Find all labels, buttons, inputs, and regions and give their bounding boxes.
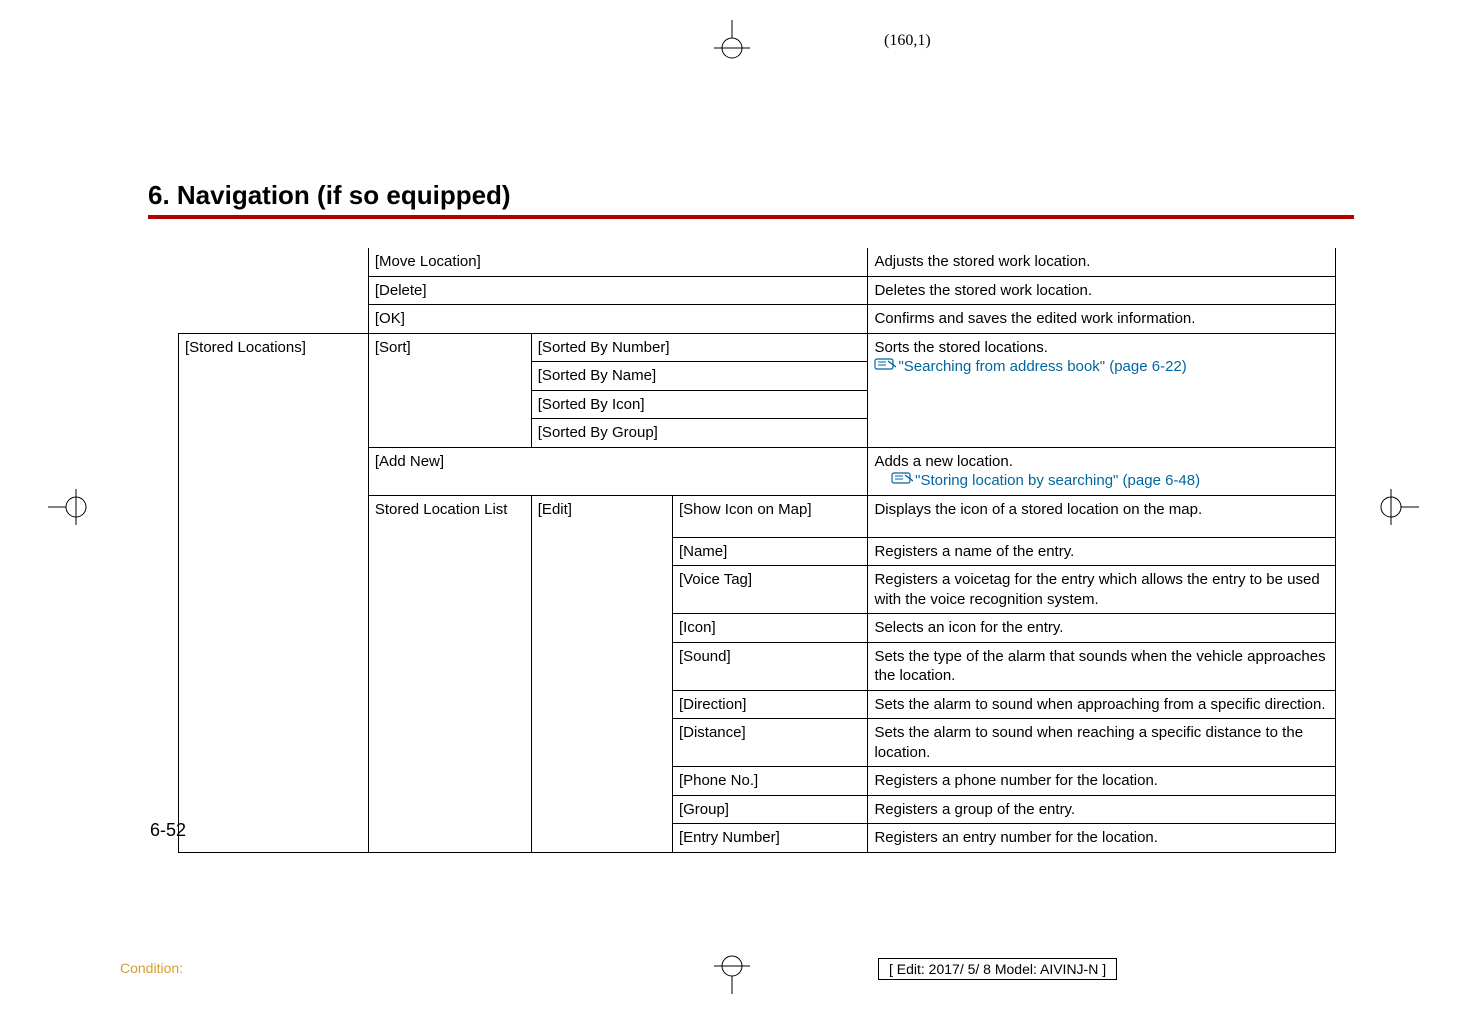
cell-sort: [Sort] bbox=[368, 333, 531, 447]
page-coord: (160,1) bbox=[884, 32, 931, 50]
cell-icon: [Icon] bbox=[672, 614, 868, 643]
cell-add-new: [Add New] bbox=[368, 447, 868, 495]
cell-stored-locations: [Stored Locations] bbox=[179, 333, 369, 852]
cell-entry-number: [Entry Number] bbox=[672, 824, 868, 853]
settings-table: [Move Location] Adjusts the stored work … bbox=[178, 248, 1336, 853]
text-line: Adds a new location. bbox=[874, 453, 1012, 470]
cell-name: [Name] bbox=[672, 537, 868, 566]
cell-desc: Registers an entry number for the locati… bbox=[868, 824, 1336, 853]
cell-edit: [Edit] bbox=[531, 495, 672, 852]
reference-icon bbox=[874, 357, 896, 377]
cell-desc: Deletes the stored work location. bbox=[868, 276, 1336, 305]
cell-show-icon: [Show Icon on Map] bbox=[672, 495, 868, 537]
cell-distance: [Distance] bbox=[672, 719, 868, 767]
cell-sound: [Sound] bbox=[672, 642, 868, 690]
cell-desc: Selects an icon for the entry. bbox=[868, 614, 1336, 643]
cell-desc: Sets the type of the alarm that sounds w… bbox=[868, 642, 1336, 690]
cross-ref-link: "Searching from address book" (page 6-22… bbox=[898, 358, 1186, 375]
cell-sorted-by-icon: [Sorted By Icon] bbox=[531, 390, 868, 419]
cell-stored-location-list: Stored Location List bbox=[368, 495, 531, 852]
cell-desc: Registers a phone number for the locatio… bbox=[868, 767, 1336, 796]
cell-desc: Registers a group of the entry. bbox=[868, 795, 1336, 824]
cell-move-location: [Move Location] bbox=[368, 248, 868, 276]
cropmark-icon bbox=[48, 485, 92, 529]
cell-delete: [Delete] bbox=[368, 276, 868, 305]
cell-ok: [OK] bbox=[368, 305, 868, 334]
cell-desc: Adjusts the stored work location. bbox=[868, 248, 1336, 276]
cell-sorted-by-group: [Sorted By Group] bbox=[531, 419, 868, 448]
cell-group: [Group] bbox=[672, 795, 868, 824]
cell-desc: Adds a new location. "Storing location b… bbox=[868, 447, 1336, 495]
edit-info-box: [ Edit: 2017/ 5/ 8 Model: AIVINJ-N ] bbox=[878, 958, 1117, 980]
cell-desc: Sets the alarm to sound when reaching a … bbox=[868, 719, 1336, 767]
condition-label: Condition: bbox=[120, 960, 183, 976]
text-line: Sorts the stored locations. bbox=[874, 339, 1047, 356]
cropmark-icon bbox=[1375, 485, 1419, 529]
cell-desc: Sets the alarm to sound when approaching… bbox=[868, 690, 1336, 719]
cell-sorted-by-number: [Sorted By Number] bbox=[531, 333, 868, 362]
cell-direction: [Direction] bbox=[672, 690, 868, 719]
cell-voice-tag: [Voice Tag] bbox=[672, 566, 868, 614]
cell-sorted-by-name: [Sorted By Name] bbox=[531, 362, 868, 391]
cropmark-icon bbox=[710, 950, 754, 994]
cell-desc: Registers a name of the entry. bbox=[868, 537, 1336, 566]
cell-desc: Confirms and saves the edited work infor… bbox=[868, 305, 1336, 334]
cell-phone-no: [Phone No.] bbox=[672, 767, 868, 796]
page-title: 6. Navigation (if so equipped) bbox=[148, 180, 511, 211]
cross-ref-link: "Storing location by searching" (page 6-… bbox=[915, 472, 1200, 489]
page-number: 6-52 bbox=[150, 820, 186, 841]
cell-desc: Registers a voicetag for the entry which… bbox=[868, 566, 1336, 614]
cropmark-icon bbox=[710, 20, 754, 64]
cell-desc: Sorts the stored locations. "Searching f… bbox=[868, 333, 1336, 447]
reference-icon bbox=[891, 471, 913, 491]
section-divider bbox=[148, 215, 1354, 219]
cell-desc: Displays the icon of a stored location o… bbox=[868, 495, 1336, 537]
